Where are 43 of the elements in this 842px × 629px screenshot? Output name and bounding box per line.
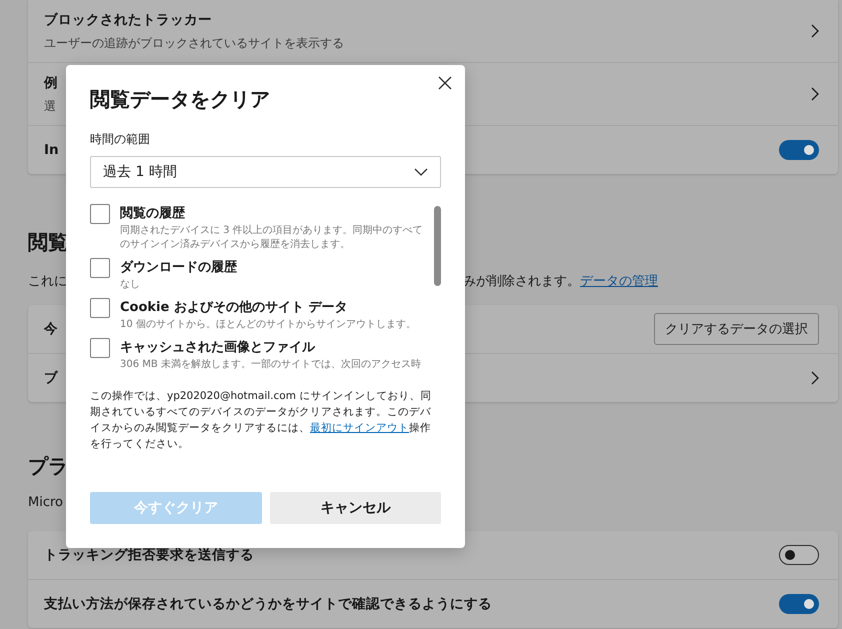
setting-title: 支払い方法が保存されているかどうかをサイトで確認できるようにする [44,595,492,613]
section-description: これに [28,273,67,291]
checkbox-label: Cookie およびその他のサイト データ [120,299,348,317]
checkbox-label: ダウンロードの履歴 [120,259,237,277]
setting-title: ブロックされたトラッカー [44,10,212,28]
setting-title: ブ [44,369,58,387]
chevron-right-icon [811,24,819,38]
checkbox[interactable] [90,298,110,318]
checkbox-description: なし [120,278,141,292]
chevron-right-icon [811,87,819,101]
sign-in-notice: この操作では、yp202020@hotmail.com にサインインしており、同期されているすべてのデバイスのデータがクリアされます。このデバイスからのみ閲覧データをクリアするには、最初にサインアウト 操作を行ってください。 [90,389,432,452]
setting-title: トラッキング拒否要求を送信する [44,546,254,564]
checkbox-description: 306 MB 未満を解放します。一部のサイトでは、次回のアクセス時 [120,358,421,372]
dialog-title: 閲覧データをクリア [90,86,271,113]
checkbox[interactable] [90,338,110,358]
time-range-dropdown[interactable]: 過去 1 時間 [90,156,441,188]
setting-title: 今 [44,320,58,338]
checkbox[interactable] [90,204,110,224]
section-description: Micro [28,494,63,512]
checkbox-label: 閲覧の履歴 [120,205,186,223]
choose-data-button[interactable]: クリアするデータの選択 [654,313,819,345]
manage-data-link[interactable]: データの管理 [580,274,658,289]
chevron-right-icon [811,371,819,385]
checkbox-label: キャッシュされた画像とファイル [120,339,316,357]
checkbox-description: 同期されたデバイスに 3 件以上の項目があります。同期中のすべてのサインイン済みデバイスから履歴を消去します。 [120,224,424,252]
section-heading: 閲覧 [28,229,68,256]
checkbox[interactable] [90,258,110,278]
setting-title: In [44,142,59,158]
toggle-switch[interactable] [779,594,819,614]
toggle-switch[interactable] [779,140,819,160]
close-icon [437,75,453,91]
close-button[interactable] [437,75,453,91]
section-heading: プラ [28,453,68,480]
scrollbar-thumb[interactable] [434,206,441,286]
setting-description: 選 [44,98,56,114]
chevron-down-icon [414,168,428,176]
checkbox-description: 10 個のサイトから。ほとんどのサイトからサインアウトします。 [120,318,416,332]
sign-out-link[interactable]: 最初にサインアウト [310,422,409,434]
cancel-button[interactable]: キャンセル [270,492,441,524]
setting-title: 例 [44,74,58,92]
setting-description: ユーザーの追跡がブロックされているサイトを表示する [44,34,344,52]
time-range-label: 時間の範囲 [90,131,151,147]
toggle-switch[interactable] [779,545,819,565]
